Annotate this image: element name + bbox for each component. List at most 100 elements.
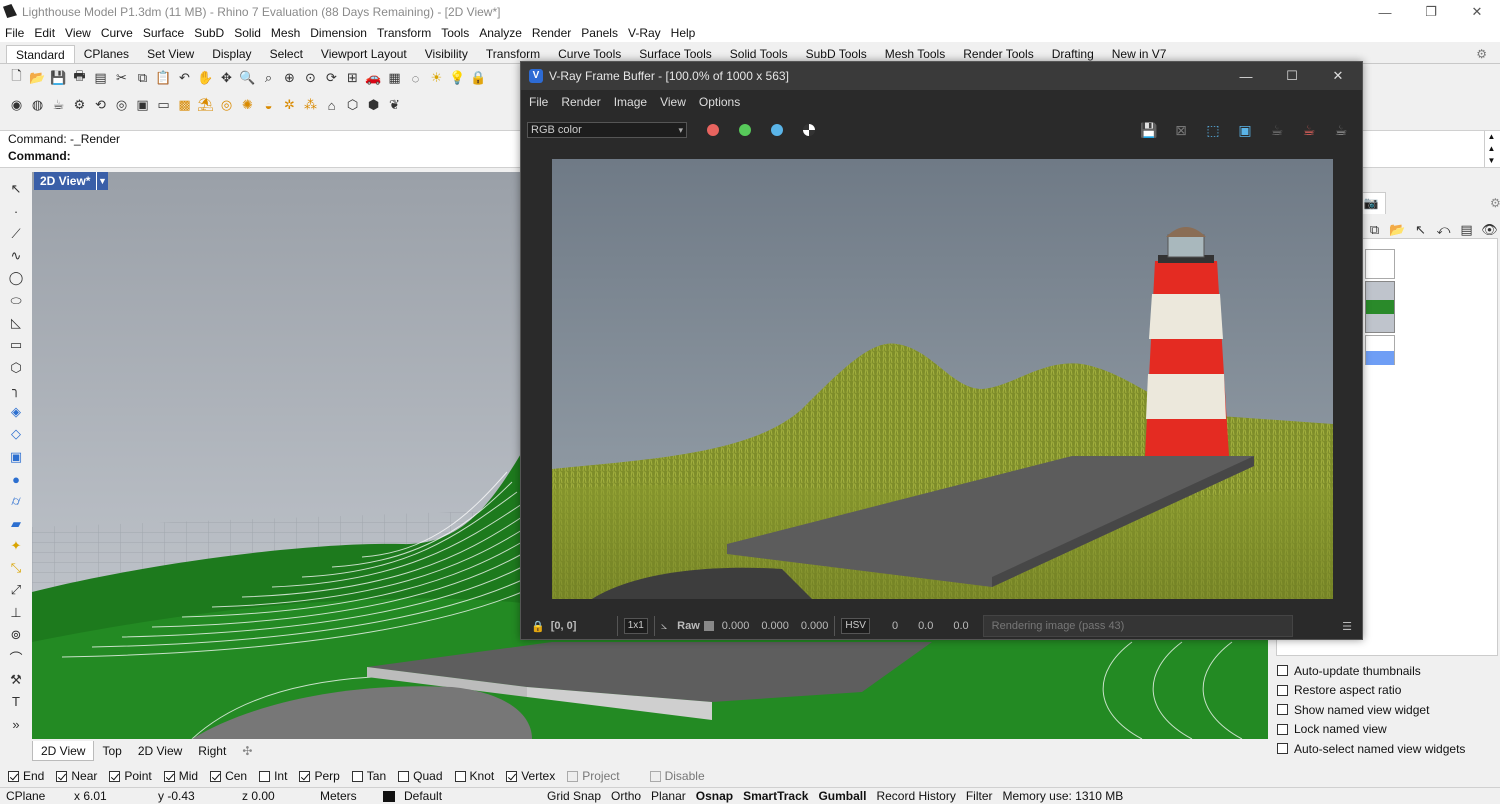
block-icon[interactable]: ⚒ (5, 669, 27, 691)
minimize-button[interactable]: — (1362, 0, 1408, 24)
grid-snap-toggle[interactable]: Grid Snap (542, 789, 606, 803)
fillet-icon[interactable]: ╮ (5, 379, 27, 401)
osnap-project[interactable]: Project (567, 769, 620, 783)
lock-icon[interactable]: 🔒 (531, 620, 545, 633)
menu-surface[interactable]: Surface (138, 26, 189, 40)
menu-analyze[interactable]: Analyze (474, 26, 527, 40)
point-icon[interactable]: · (5, 200, 27, 222)
vfb-menu-options[interactable]: Options (691, 95, 745, 109)
layer-icon[interactable]: ▩ (174, 95, 195, 115)
add-viewport-icon[interactable]: ✣ (234, 744, 260, 758)
menu-edit[interactable]: Edit (29, 26, 60, 40)
restore-button[interactable]: ❐ (1408, 0, 1454, 24)
target-icon[interactable]: ◎ (216, 95, 237, 115)
dots-icon[interactable]: ⁂ (300, 95, 321, 115)
vfb-maximize-button[interactable]: ☐ (1269, 62, 1315, 90)
circle-icon[interactable]: ◯ (5, 267, 27, 289)
paste-icon[interactable]: 📋 (153, 68, 174, 88)
loft-icon[interactable]: ◇ (5, 423, 27, 445)
tab-visibility[interactable]: Visibility (416, 45, 477, 63)
color-mode-select[interactable]: HSV (841, 618, 870, 634)
command-scroll[interactable]: ▲ ▲ ▼ (1484, 131, 1498, 167)
eye-icon[interactable]: 👁 (1479, 220, 1500, 240)
gear-icon[interactable]: ⚙ (1467, 45, 1496, 63)
texture-icon[interactable]: ▣ (132, 95, 153, 115)
channel-select[interactable]: RGB color (527, 122, 687, 138)
box-icon[interactable]: ▣ (5, 446, 27, 468)
auto-select-named-view-widgets-checkbox[interactable]: Auto-select named view widgets (1277, 739, 1499, 759)
auto-update-thumbnails-checkbox[interactable]: Auto-update thumbnails (1277, 661, 1499, 681)
boolean-icon[interactable]: ⊥ (5, 602, 27, 624)
copy-icon[interactable]: ⧉ (1364, 220, 1385, 240)
copy-icon[interactable]: ⧉ (132, 68, 153, 88)
menu-transform[interactable]: Transform (372, 26, 436, 40)
sun-icon[interactable]: ✺ (237, 95, 258, 115)
alpha-channel-icon[interactable] (803, 124, 815, 136)
osnap-cen[interactable]: Cen (210, 769, 247, 783)
viewport-tab-2d-view[interactable]: 2D View (32, 741, 95, 761)
smarttrack-toggle[interactable]: SmartTrack (738, 789, 813, 803)
osnap-point[interactable]: Point (109, 769, 152, 783)
polyline-icon[interactable]: ⟋ (5, 223, 27, 245)
undo-icon[interactable]: ↶ (174, 68, 195, 88)
vfb-close-button[interactable]: ✕ (1315, 62, 1361, 90)
box-icon[interactable]: ⬢ (363, 95, 384, 115)
sphere-icon[interactable]: ◒ (258, 95, 279, 115)
region-render-icon[interactable]: ⬚ (1202, 119, 1224, 141)
menu-vray[interactable]: V-Ray (623, 26, 666, 40)
move-icon[interactable]: ✥ (216, 68, 237, 88)
sphere-icon[interactable]: ● (5, 468, 27, 490)
vfb-title-bar[interactable]: V V-Ray Frame Buffer - [100.0% of 1000 x… (521, 62, 1362, 90)
teapot-icon[interactable]: ☕ (48, 95, 69, 115)
ortho-toggle[interactable]: Ortho (606, 789, 646, 803)
view-thumbnail-selected[interactable] (1365, 281, 1395, 333)
record-history-toggle[interactable]: Record History (871, 789, 960, 803)
render-log-icon[interactable]: ☰ (1342, 620, 1352, 633)
light-icon[interactable]: 💡 (447, 68, 468, 88)
import-icon[interactable]: ▤ (90, 68, 111, 88)
tab-cplanes[interactable]: CPlanes (75, 45, 138, 63)
save-icon[interactable]: 💾 (48, 68, 69, 88)
array-icon[interactable]: ⊚ (5, 624, 27, 646)
red-channel-button[interactable] (707, 124, 719, 136)
pan-icon[interactable]: ✋ (195, 68, 216, 88)
tab-standard[interactable]: Standard (6, 45, 75, 63)
menu-panels[interactable]: Panels (576, 26, 623, 40)
dimension-icon[interactable]: ⤡ (5, 557, 27, 579)
gumball-toggle[interactable]: Gumball (813, 789, 871, 803)
restore-aspect-ratio-checkbox[interactable]: Restore aspect ratio (1277, 681, 1499, 701)
material-icon[interactable]: ◍ (27, 95, 48, 115)
render-window-icon[interactable]: ⟲ (90, 95, 111, 115)
osnap-near[interactable]: Near (56, 769, 97, 783)
text-icon[interactable]: T (5, 691, 27, 713)
vfb-menu-file[interactable]: File (521, 95, 553, 109)
surface-icon[interactable]: ◈ (5, 401, 27, 423)
rotate-icon[interactable]: ⟳ (321, 68, 342, 88)
lock-named-view-checkbox[interactable]: Lock named view (1277, 720, 1499, 740)
green-channel-button[interactable] (739, 124, 751, 136)
snapshot-icon[interactable]: ◉ (6, 95, 27, 115)
curve-icon[interactable]: ⦣ (661, 620, 667, 633)
start-render-icon[interactable]: ☕ (1330, 119, 1352, 141)
vfb-menu-render[interactable]: Render (553, 95, 605, 109)
osnap-end[interactable]: End (8, 769, 44, 783)
more-icon[interactable]: » (5, 713, 27, 735)
clear-image-icon[interactable]: ⊠ (1170, 119, 1192, 141)
viewport-tab-top[interactable]: Top (94, 744, 129, 758)
point-icon[interactable]: ◌ (405, 68, 426, 88)
polygon-icon[interactable]: ⬡ (5, 356, 27, 378)
lamp-icon[interactable]: ⛱ (195, 95, 216, 115)
osnap-knot[interactable]: Knot (454, 769, 494, 783)
restore-view-icon[interactable]: ⤺ (1433, 220, 1454, 240)
plant-icon[interactable]: ❦ (384, 95, 405, 115)
camera-icon[interactable]: ⌂ (321, 95, 342, 115)
open-icon[interactable]: 📂 (1387, 220, 1408, 240)
planar-toggle[interactable]: Planar (646, 789, 691, 803)
render-image[interactable] (552, 159, 1333, 599)
zoom-select[interactable]: 1x1 (623, 618, 648, 634)
lock-icon[interactable]: 🔒 (468, 68, 489, 88)
four-view-icon[interactable]: ⊞ (342, 68, 363, 88)
grid-icon[interactable]: ▦ (384, 68, 405, 88)
osnap-int[interactable]: Int (259, 769, 287, 783)
osnap-perp[interactable]: Perp (299, 769, 340, 783)
